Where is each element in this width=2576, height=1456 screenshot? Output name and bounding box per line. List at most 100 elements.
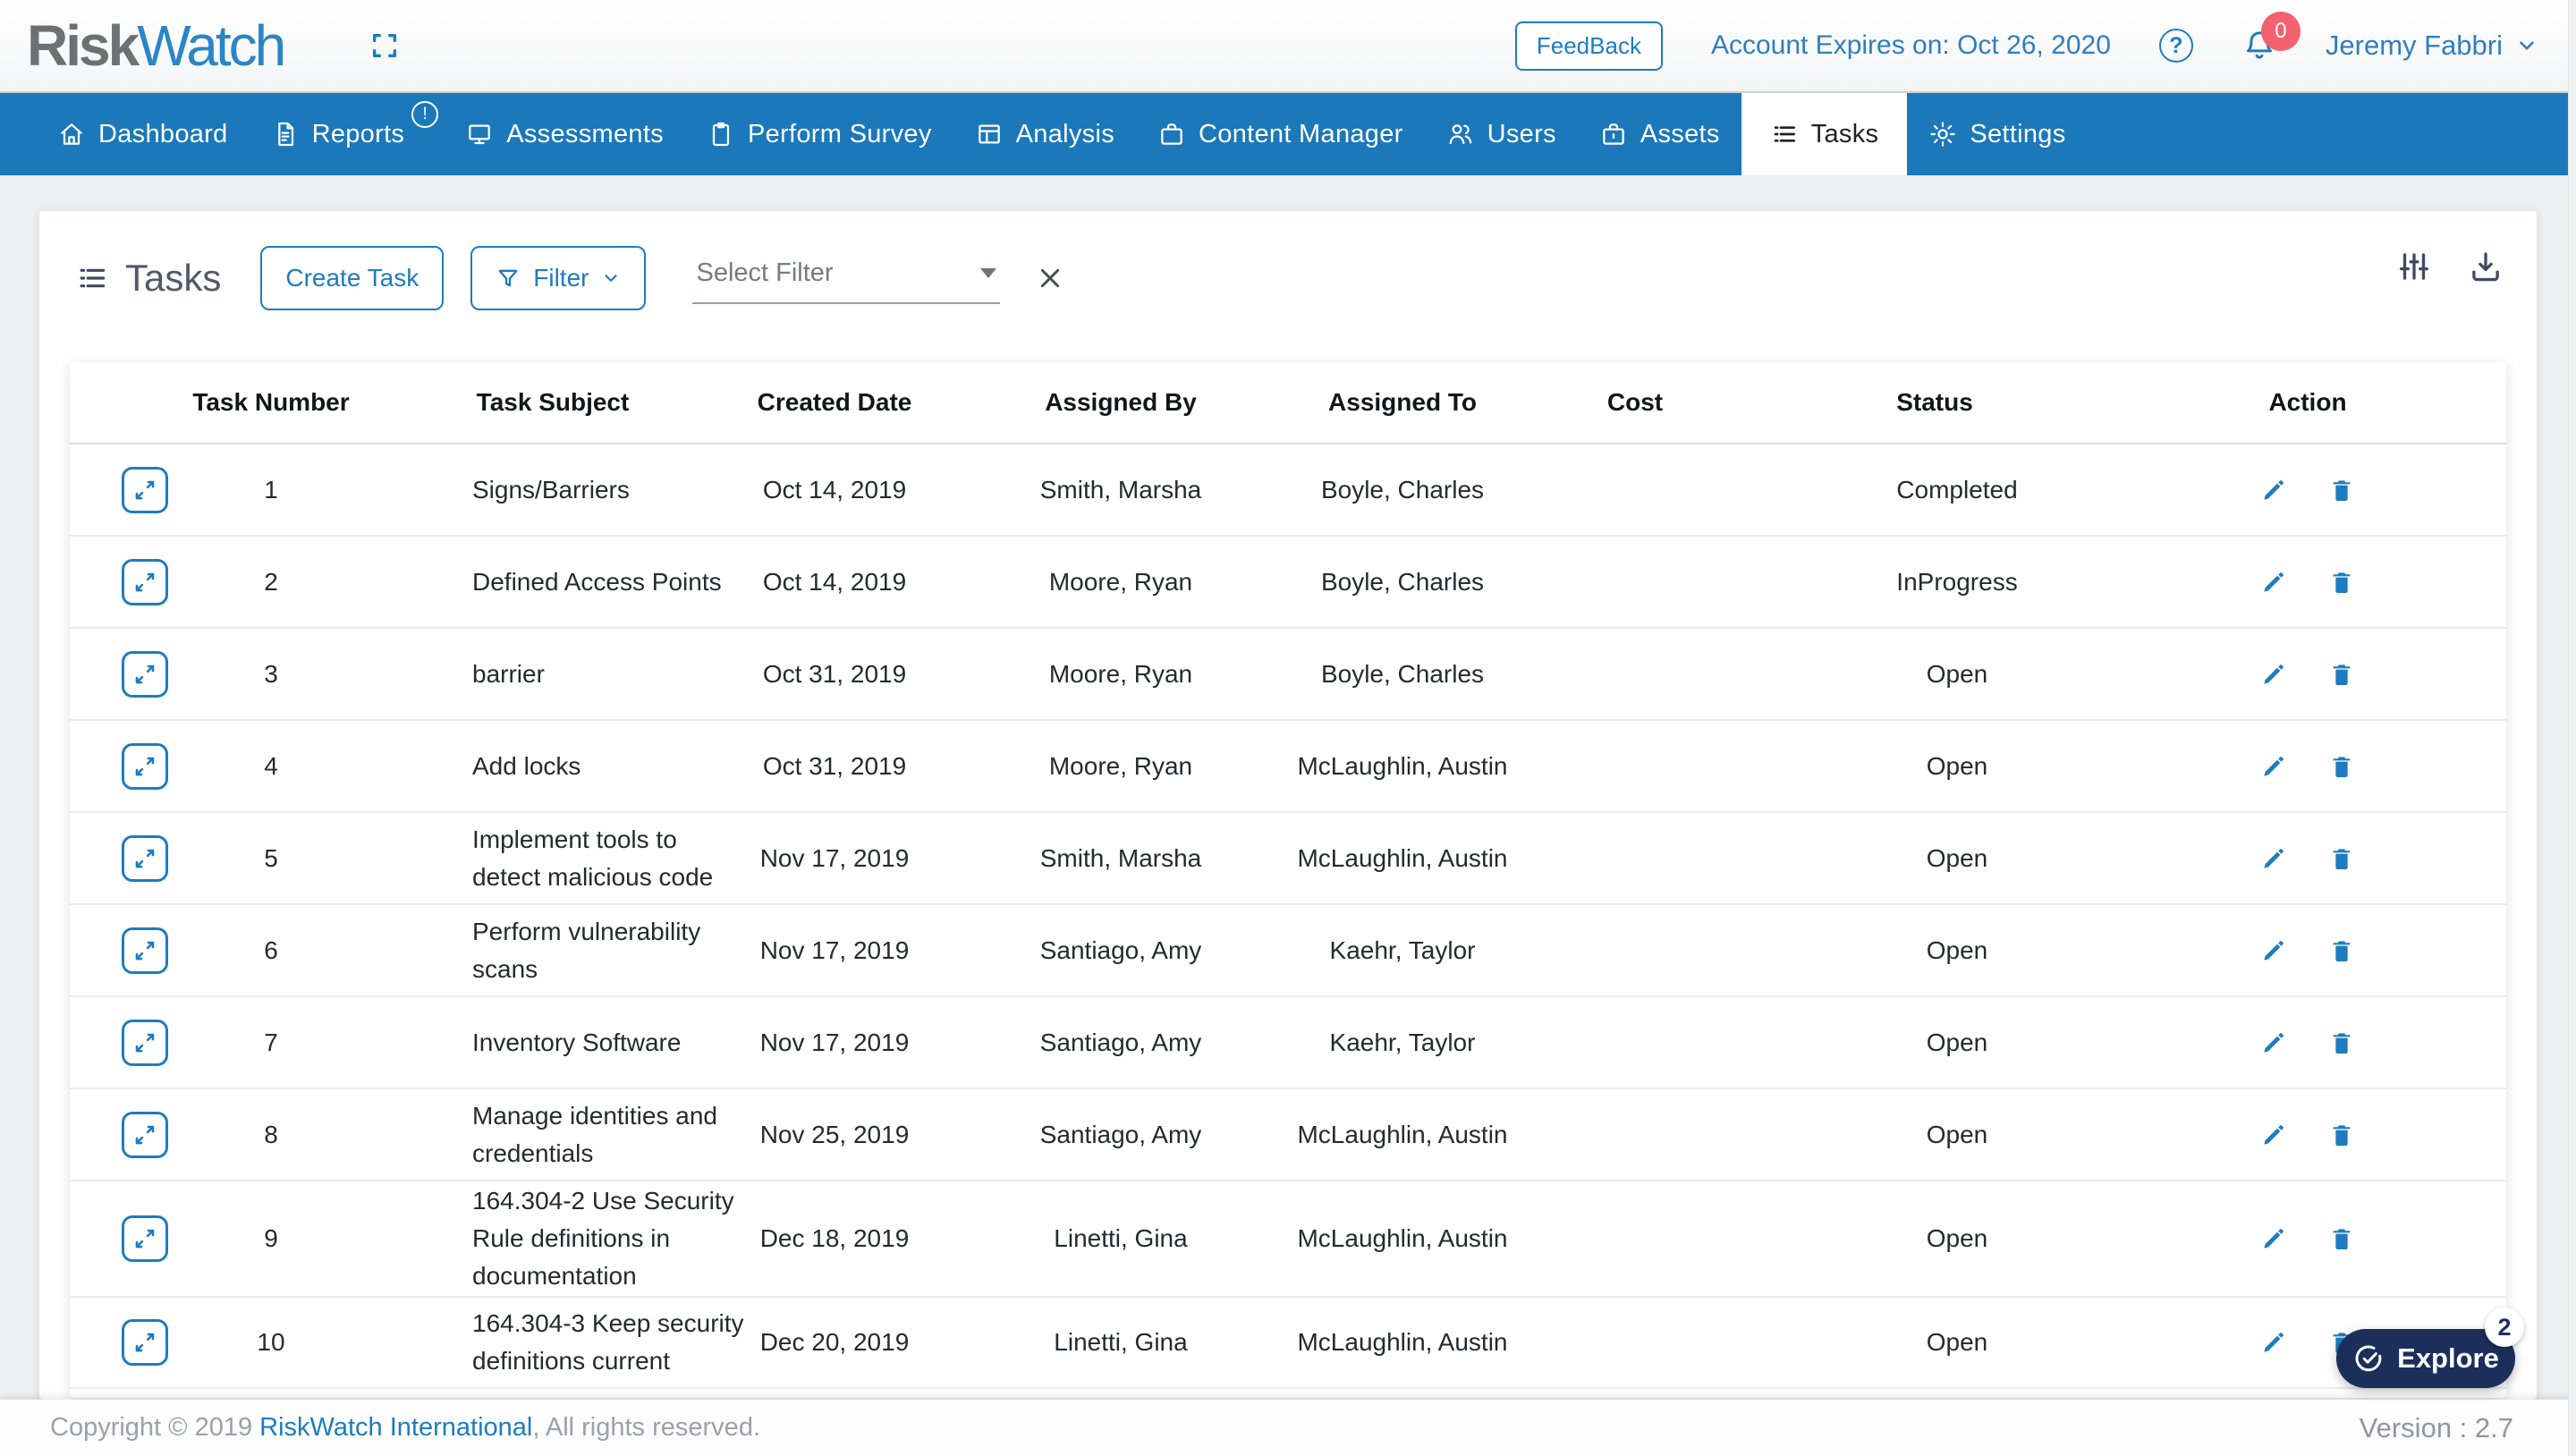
close-icon — [1041, 268, 1060, 288]
edit-task-button[interactable] — [2259, 476, 2288, 504]
header-created-date: Created Date — [757, 388, 912, 416]
nav-item-reports[interactable]: Reports ! — [250, 93, 445, 175]
download-icon[interactable] — [2467, 248, 2504, 285]
expand-row-button[interactable] — [122, 1111, 168, 1158]
expand-icon — [135, 1125, 155, 1144]
page-scrollbar-track[interactable] — [2568, 0, 2576, 1456]
expand-row-button[interactable] — [122, 558, 168, 605]
cell-task-subject: 164.304-2 Use Security Rule definitions … — [472, 1187, 734, 1290]
expand-icon — [135, 757, 155, 775]
logo-watch: Watch — [137, 13, 286, 78]
cell-task-subject: Defined Access Points — [472, 567, 722, 596]
delete-task-button[interactable] — [2327, 936, 2356, 965]
nav-item-dashboard[interactable]: Dashboard — [36, 93, 250, 175]
expand-row-button[interactable] — [122, 466, 168, 513]
expand-row-button[interactable] — [122, 927, 168, 974]
trash-icon — [2333, 848, 2351, 869]
expand-row-button[interactable] — [122, 742, 168, 790]
cell-assigned-by: Moore, Ryan — [1048, 659, 1193, 688]
nav-item-perform-survey[interactable]: Perform Survey — [685, 93, 953, 175]
account-expiry-text: Account Expires on: Oct 26, 2020 — [1710, 30, 2111, 60]
nav-item-users[interactable]: Users — [1425, 93, 1578, 175]
cell-status: Open — [1926, 843, 1988, 872]
pencil-icon — [2264, 848, 2284, 868]
assets-briefcase-icon — [1603, 123, 1624, 145]
expand-row-button[interactable] — [122, 1215, 168, 1262]
create-task-button[interactable]: Create Task — [260, 246, 445, 310]
cell-status: Open — [1926, 1028, 1988, 1056]
nav-item-assessments[interactable]: Assessments — [444, 93, 685, 175]
cell-assigned-by: Santiago, Amy — [1039, 935, 1202, 964]
expand-row-button[interactable] — [122, 1019, 168, 1066]
delete-task-button[interactable] — [2327, 752, 2356, 781]
table-row: 7 Inventory Software Nov 17, 2019 Santia… — [70, 997, 2506, 1089]
cell-task-number: 2 — [264, 567, 278, 596]
cell-created-date: Dec 18, 2019 — [759, 1224, 910, 1252]
nav-item-settings[interactable]: Settings — [1907, 93, 2087, 175]
nav-label: Settings — [1970, 119, 2066, 148]
cell-task-number: 6 — [264, 935, 278, 964]
delete-task-button[interactable] — [2327, 1224, 2356, 1253]
cell-status: Completed — [1896, 475, 2018, 504]
header-cost: Cost — [1606, 388, 1664, 416]
notifications-button[interactable]: 0 — [2241, 12, 2301, 63]
edit-task-button[interactable] — [2259, 1029, 2288, 1057]
copyright-text: Copyright © 2019 RiskWatch International… — [50, 1413, 760, 1443]
user-menu[interactable]: Jeremy Fabbri — [2326, 30, 2538, 62]
tasks-table: Task Number Task Subject Created Date As… — [70, 362, 2506, 1398]
nav-item-content-manager[interactable]: Content Manager — [1136, 93, 1425, 175]
nav-item-assets[interactable]: Assets — [1578, 93, 1741, 175]
edit-task-button[interactable] — [2259, 1224, 2288, 1253]
riskwatch-international-link[interactable]: RiskWatch International — [259, 1413, 532, 1442]
help-icon[interactable]: ? — [2158, 29, 2193, 63]
edit-task-button[interactable] — [2259, 1121, 2288, 1149]
fullscreen-icon[interactable] — [369, 30, 400, 61]
pencil-icon — [2264, 479, 2284, 500]
edit-task-button[interactable] — [2259, 936, 2288, 965]
delete-task-button[interactable] — [2327, 660, 2356, 689]
nav-item-analysis[interactable]: Analysis — [953, 93, 1136, 175]
header-assigned-by: Assigned By — [1045, 388, 1197, 416]
expand-row-button[interactable] — [122, 1319, 168, 1366]
edit-task-button[interactable] — [2259, 660, 2288, 689]
pencil-icon — [2264, 1333, 2284, 1352]
cell-assigned-to: Boyle, Charles — [1320, 475, 1485, 504]
edit-task-button[interactable] — [2259, 752, 2288, 781]
clear-filter-icon[interactable] — [1036, 264, 1064, 292]
expand-row-button[interactable] — [122, 834, 168, 882]
edit-task-button[interactable] — [2259, 568, 2288, 597]
delete-task-button[interactable] — [2327, 476, 2356, 504]
expand-icon — [135, 941, 155, 960]
check-circle-icon — [2355, 1345, 2382, 1372]
feedback-button[interactable]: FeedBack — [1514, 21, 1663, 71]
pencil-icon — [2264, 1032, 2284, 1053]
edit-task-button[interactable] — [2259, 1328, 2288, 1357]
cell-assigned-by: Linetti, Gina — [1054, 1328, 1188, 1356]
cell-assigned-to: Kaehr, Taylor — [1329, 935, 1476, 964]
nav-label: Assets — [1640, 119, 1720, 148]
delete-task-button[interactable] — [2327, 1029, 2356, 1057]
expand-row-button[interactable] — [122, 650, 168, 698]
delete-task-button[interactable] — [2327, 844, 2356, 873]
cell-task-number: 5 — [264, 843, 278, 872]
select-filter-dropdown[interactable]: Select Filter — [692, 253, 1001, 304]
expand-icon — [135, 1333, 155, 1352]
table-row: 2 Defined Access Points Oct 14, 2019 Moo… — [70, 537, 2506, 629]
cell-created-date: Nov 17, 2019 — [759, 935, 910, 964]
nav-item-tasks-active[interactable]: Tasks — [1741, 93, 1908, 175]
page-title-text: Tasks — [125, 257, 222, 299]
column-settings-sliders-icon[interactable] — [2395, 248, 2433, 285]
cell-assigned-to: McLaughlin, Austin — [1297, 1120, 1508, 1148]
trash-icon — [2333, 479, 2351, 501]
cell-created-date: Oct 14, 2019 — [762, 567, 907, 596]
filter-button[interactable]: Filter — [470, 246, 647, 310]
cell-assigned-to: McLaughlin, Austin — [1297, 843, 1508, 872]
delete-task-button[interactable] — [2327, 1121, 2356, 1149]
cell-task-number: 10 — [257, 1328, 285, 1356]
reports-alert-badge: ! — [411, 101, 439, 128]
edit-task-button[interactable] — [2259, 844, 2288, 873]
cell-assigned-by: Smith, Marsha — [1039, 843, 1202, 872]
funnel-icon — [498, 269, 518, 287]
delete-task-button[interactable] — [2327, 568, 2356, 597]
cell-task-subject: 164.304-3 Keep security definitions curr… — [472, 1309, 744, 1375]
